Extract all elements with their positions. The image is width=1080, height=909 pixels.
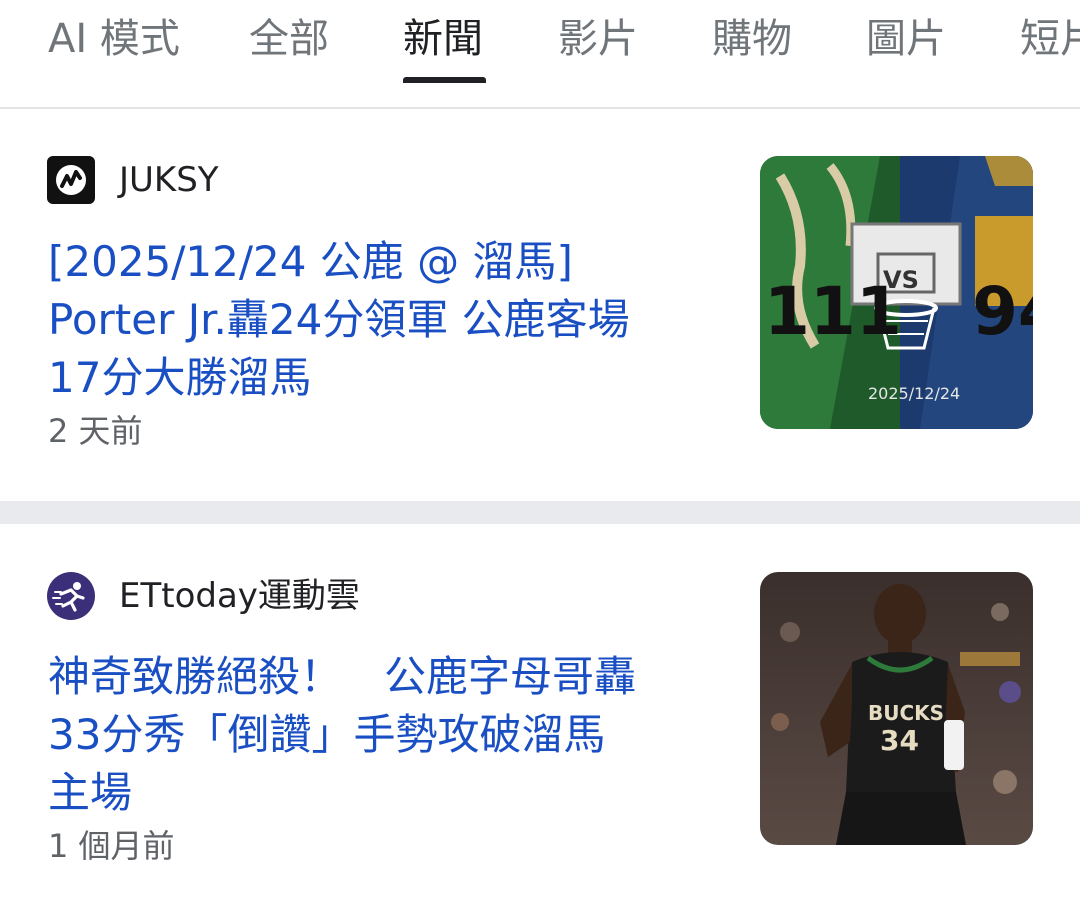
score-right: 94 [972, 273, 1033, 350]
score-left: 111 [764, 273, 902, 350]
tab-shopping[interactable]: 購物 [712, 14, 792, 64]
basketball-score-graphic: 111 VS 94 2025/12/24 [760, 156, 1033, 429]
tab-ai-mode[interactable]: AI 模式 [48, 14, 180, 64]
headline-line: 17分大勝溜馬 [48, 353, 312, 402]
basketball-player-photo: BUCKS 34 [760, 572, 1033, 845]
source-name: JUKSY [119, 160, 219, 200]
tab-images[interactable]: 圖片 [866, 14, 946, 64]
article-thumbnail[interactable]: 111 VS 94 2025/12/24 [760, 156, 1033, 429]
headline-line: [2025/12/24 公鹿 @ 溜馬] [48, 237, 573, 286]
headline-line: 神奇致勝絕殺！ 公鹿字母哥轟 [48, 652, 637, 701]
headline-link[interactable]: 神奇致勝絕殺！ 公鹿字母哥轟 33分秀「倒讚」手勢攻破溜馬 主場 [48, 648, 738, 822]
headline-line: 33分秀「倒讚」手勢攻破溜馬 [48, 710, 606, 759]
ettoday-runner-logo-icon [47, 572, 95, 620]
vs-label: VS [883, 266, 919, 294]
article-thumbnail[interactable]: BUCKS 34 [760, 572, 1033, 845]
game-date: 2025/12/24 [868, 384, 960, 403]
result-separator [0, 501, 1080, 524]
tab-short-videos[interactable]: 短片 [1020, 14, 1080, 64]
news-result-card[interactable]: ETtoday運動雲 神奇致勝絕殺！ 公鹿字母哥轟 33分秀「倒讚」手勢攻破溜馬… [0, 524, 1080, 909]
news-result-card[interactable]: JUKSY [2025/12/24 公鹿 @ 溜馬] Porter Jr.轟24… [0, 109, 1080, 501]
headline-line: Porter Jr.轟24分領軍 公鹿客場 [48, 295, 630, 344]
juksy-logo-icon [47, 156, 95, 204]
jersey-number: 34 [880, 724, 919, 757]
tab-videos[interactable]: 影片 [558, 14, 638, 64]
tab-news[interactable]: 新聞 [403, 14, 483, 64]
source-name: ETtoday運動雲 [119, 576, 360, 616]
headline-link[interactable]: [2025/12/24 公鹿 @ 溜馬] Porter Jr.轟24分領軍 公鹿… [48, 233, 738, 407]
tab-all[interactable]: 全部 [249, 14, 329, 64]
published-time: 2 天前 [48, 412, 143, 450]
search-tabs: AI 模式 全部 新聞 影片 購物 圖片 短片 [0, 0, 1080, 109]
headline-line: 主場 [48, 768, 133, 817]
jersey-text: BUCKS [868, 701, 944, 725]
published-time: 1 個月前 [48, 827, 175, 865]
active-tab-indicator [403, 77, 486, 83]
